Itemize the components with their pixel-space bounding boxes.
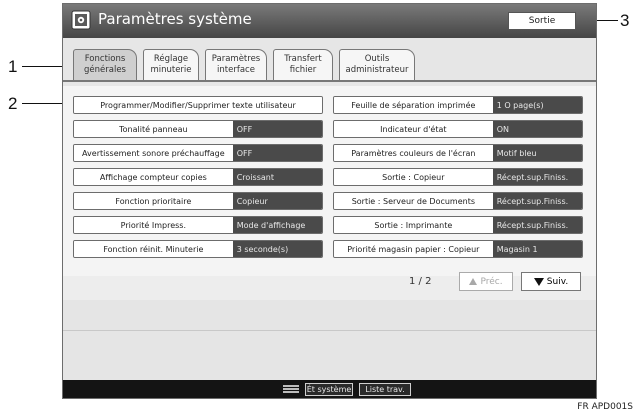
tab-label-line2: fichier	[289, 65, 317, 75]
callout-2: 2	[8, 94, 18, 113]
status-indicator-setting[interactable]: Indicateur d'état ON	[333, 120, 583, 138]
setting-value: Récept.sup.Finiss.	[492, 193, 582, 209]
setting-value: 3 seconde(s)	[232, 241, 322, 257]
setting-value: 1 O page(s)	[492, 97, 582, 113]
setting-value: Récept.sup.Finiss.	[492, 169, 582, 185]
tab-general-functions[interactable]: Fonctions générales	[73, 49, 137, 80]
status-bar: Ét système Liste trav.	[63, 380, 596, 398]
setting-label: Sortie : Copieur	[334, 169, 493, 185]
settings-screen-icon	[71, 10, 91, 30]
window-title: Paramètres système	[98, 10, 252, 28]
function-priority-setting[interactable]: Fonction prioritaire Copieur	[73, 192, 323, 210]
setting-value: Magasin 1	[492, 241, 582, 257]
system-status-button[interactable]: Ét système	[305, 383, 353, 396]
program-user-text-label: Programmer/Modifier/Supprimer texte util…	[74, 97, 322, 113]
tab-label-line2: générales	[84, 65, 126, 75]
next-page-label: Suiv.	[546, 276, 569, 287]
tab-label-line1: Transfert	[284, 54, 322, 64]
program-user-text-button[interactable]: Programmer/Modifier/Supprimer texte util…	[73, 96, 323, 114]
separation-sheet-setting[interactable]: Feuille de séparation imprimée 1 O page(…	[333, 96, 583, 114]
setting-label: Feuille de séparation imprimée	[334, 97, 493, 113]
print-priority-setting[interactable]: Priorité Impress. Mode d'affichage	[73, 216, 323, 234]
setting-value: ON	[492, 121, 582, 137]
setting-label: Affichage compteur copies	[74, 169, 233, 185]
setting-label: Priorité magasin papier : Copieur	[334, 241, 493, 257]
tab-label-line1: Outils	[364, 54, 390, 64]
setting-value: Mode d'affichage	[232, 217, 322, 233]
warm-up-notice-setting[interactable]: Avertissement sonore préchauffage OFF	[73, 144, 323, 162]
exit-button[interactable]: Sortie	[508, 12, 576, 30]
tab-label-line2: minuterie	[150, 65, 192, 75]
tab-label-line2: interface	[217, 65, 255, 75]
setting-label: Paramètres couleurs de l'écran	[334, 145, 493, 161]
setting-label: Avertissement sonore préchauffage	[74, 145, 233, 161]
page-indicator: 1 / 2	[409, 276, 432, 287]
setting-value: Récept.sup.Finiss.	[492, 217, 582, 233]
paper-tray-priority-copier-setting[interactable]: Priorité magasin papier : Copieur Magasi…	[333, 240, 583, 258]
previous-page-button[interactable]: Préc.	[459, 272, 513, 291]
tab-label-line2: administrateur	[345, 65, 409, 75]
function-reset-timer-setting[interactable]: Fonction réinit. Minuterie 3 seconde(s)	[73, 240, 323, 258]
system-status-icon	[283, 385, 299, 393]
next-page-button[interactable]: Suiv.	[521, 272, 581, 291]
tab-label-line1: Paramètres	[211, 54, 261, 64]
tab-baseline	[63, 80, 596, 82]
setting-label: Sortie : Serveur de Documents	[334, 193, 493, 209]
empty-area	[63, 300, 596, 380]
setting-value: Croissant	[232, 169, 322, 185]
tab-label-line1: Fonctions	[84, 54, 126, 64]
setting-label: Fonction prioritaire	[74, 193, 233, 209]
divider	[63, 330, 596, 331]
tab-bar: Fonctions générales Réglage minuterie Pa…	[63, 38, 596, 86]
tab-interface-settings[interactable]: Paramètres interface	[205, 49, 267, 80]
callout-3: 3	[620, 11, 630, 30]
panel-tone-setting[interactable]: Tonalité panneau OFF	[73, 120, 323, 138]
copy-count-display-setting[interactable]: Affichage compteur copies Croissant	[73, 168, 323, 186]
figure-label: FR APD001S	[577, 402, 633, 412]
tab-label-line1: Réglage	[153, 54, 189, 64]
title-bar: Paramètres système Sortie	[63, 4, 596, 38]
setting-value: OFF	[232, 121, 322, 137]
previous-page-label: Préc.	[480, 276, 503, 287]
setting-label: Tonalité panneau	[74, 121, 233, 137]
job-list-button[interactable]: Liste trav.	[359, 383, 411, 396]
setting-label: Priorité Impress.	[74, 217, 233, 233]
settings-panel: Programmer/Modifier/Supprimer texte util…	[63, 86, 596, 276]
output-printer-setting[interactable]: Sortie : Imprimante Récept.sup.Finiss.	[333, 216, 583, 234]
tab-administrator-tools[interactable]: Outils administrateur	[339, 49, 415, 80]
setting-value: Copieur	[232, 193, 322, 209]
tab-timer-settings[interactable]: Réglage minuterie	[143, 49, 199, 80]
triangle-down-icon	[533, 277, 544, 286]
system-settings-screen: Paramètres système Sortie Fonctions géné…	[62, 3, 597, 399]
setting-value: Motif bleu	[492, 145, 582, 161]
setting-value: OFF	[232, 145, 322, 161]
tab-file-transfer[interactable]: Transfert fichier	[273, 49, 333, 80]
screen-color-setting[interactable]: Paramètres couleurs de l'écran Motif ble…	[333, 144, 583, 162]
setting-label: Sortie : Imprimante	[334, 217, 493, 233]
setting-label: Indicateur d'état	[334, 121, 493, 137]
triangle-up-icon	[469, 278, 478, 285]
output-copier-setting[interactable]: Sortie : Copieur Récept.sup.Finiss.	[333, 168, 583, 186]
callout-1: 1	[8, 57, 18, 76]
setting-label: Fonction réinit. Minuterie	[74, 241, 233, 257]
output-document-server-setting[interactable]: Sortie : Serveur de Documents Récept.sup…	[333, 192, 583, 210]
